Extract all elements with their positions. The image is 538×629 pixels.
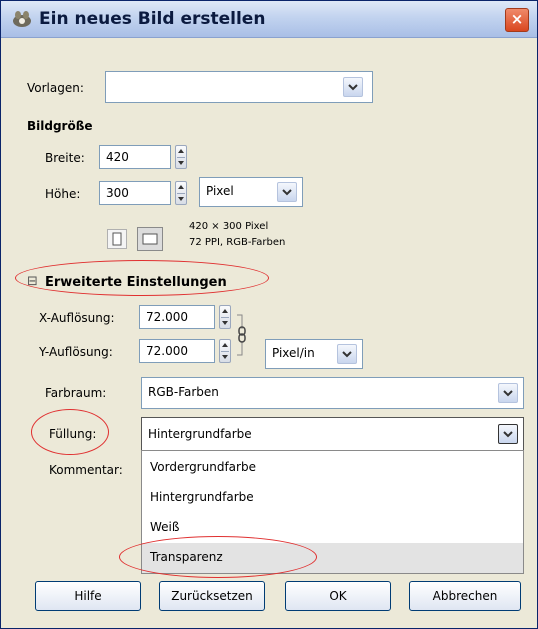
- size-info-line2: 72 PPI, RGB-Farben: [189, 237, 286, 248]
- landscape-icon: [142, 233, 158, 245]
- comment-label: Kommentar:: [49, 463, 123, 477]
- chain-icon[interactable]: [235, 313, 249, 357]
- y-resolution-label: Y-Auflösung:: [39, 345, 113, 359]
- image-size-heading: Bildgröße: [27, 119, 93, 133]
- chevron-down-icon: [282, 189, 292, 196]
- gimp-icon: [13, 11, 31, 27]
- y-resolution-spinner[interactable]: [219, 339, 231, 363]
- help-button[interactable]: Hilfe: [35, 581, 141, 611]
- x-resolution-input[interactable]: 72.000: [139, 305, 215, 329]
- colorspace-dropdown-button[interactable]: [498, 383, 518, 403]
- chevron-down-icon: [503, 431, 513, 438]
- y-resolution-input[interactable]: 72.000: [139, 339, 215, 363]
- chevron-down-icon: [342, 351, 352, 358]
- width-spinner[interactable]: [175, 145, 187, 169]
- highlight-oval-transparency: [119, 536, 317, 578]
- size-info-line1: 420 × 300 Pixel: [189, 221, 269, 232]
- fill-dropdown-button[interactable]: [498, 424, 518, 444]
- height-spinner[interactable]: [175, 181, 187, 205]
- portrait-icon: [112, 232, 122, 246]
- portrait-button[interactable]: [107, 229, 127, 249]
- template-label: Vorlagen:: [27, 81, 84, 95]
- reset-button[interactable]: Zurücksetzen: [159, 581, 265, 611]
- height-label: Höhe:: [45, 187, 81, 201]
- colorspace-value: RGB-Farben: [148, 385, 219, 399]
- fill-combo[interactable]: Hintergrundfarbe: [141, 417, 524, 451]
- width-value: 420: [106, 150, 129, 164]
- template-combo[interactable]: [105, 71, 373, 103]
- help-button-label: Hilfe: [74, 589, 102, 603]
- cancel-button-label: Abbrechen: [432, 589, 498, 603]
- highlight-oval-advanced: [15, 260, 269, 296]
- title-bar[interactable]: Ein neues Bild erstellen ×: [1, 1, 537, 38]
- cancel-button[interactable]: Abbrechen: [409, 581, 521, 611]
- close-button[interactable]: ×: [505, 8, 529, 32]
- height-value: 300: [106, 186, 129, 200]
- close-icon: ×: [510, 10, 524, 28]
- landscape-button[interactable]: [137, 227, 163, 251]
- unit-value: Pixel: [206, 184, 234, 198]
- fill-option-foreground[interactable]: Vordergrundfarbe: [142, 453, 523, 483]
- fill-option-background[interactable]: Hintergrundfarbe: [142, 483, 523, 513]
- x-resolution-value: 72.000: [146, 310, 188, 324]
- height-input[interactable]: 300: [99, 181, 171, 205]
- highlight-oval-fill: [31, 409, 109, 455]
- reset-button-label: Zurücksetzen: [171, 589, 253, 603]
- chevron-down-icon: [348, 84, 358, 91]
- width-input[interactable]: 420: [99, 145, 171, 169]
- resolution-unit-value: Pixel/in: [272, 346, 315, 360]
- unit-dropdown-button[interactable]: [277, 182, 297, 202]
- resolution-unit-dropdown-button[interactable]: [337, 344, 357, 364]
- width-label: Breite:: [45, 151, 85, 165]
- chevron-down-icon: [503, 390, 513, 397]
- x-resolution-spinner[interactable]: [219, 305, 231, 329]
- colorspace-combo[interactable]: RGB-Farben: [141, 377, 524, 409]
- ok-button[interactable]: OK: [285, 581, 391, 611]
- ok-button-label: OK: [329, 589, 347, 603]
- colorspace-label: Farbraum:: [45, 386, 107, 400]
- template-dropdown-button[interactable]: [343, 77, 363, 97]
- y-resolution-value: 72.000: [146, 344, 188, 358]
- new-image-dialog: Ein neues Bild erstellen × Vorlagen: Bil…: [0, 0, 538, 629]
- x-resolution-label: X-Auflösung:: [39, 311, 115, 325]
- fill-value: Hintergrundfarbe: [148, 427, 252, 441]
- window-title: Ein neues Bild erstellen: [39, 9, 266, 29]
